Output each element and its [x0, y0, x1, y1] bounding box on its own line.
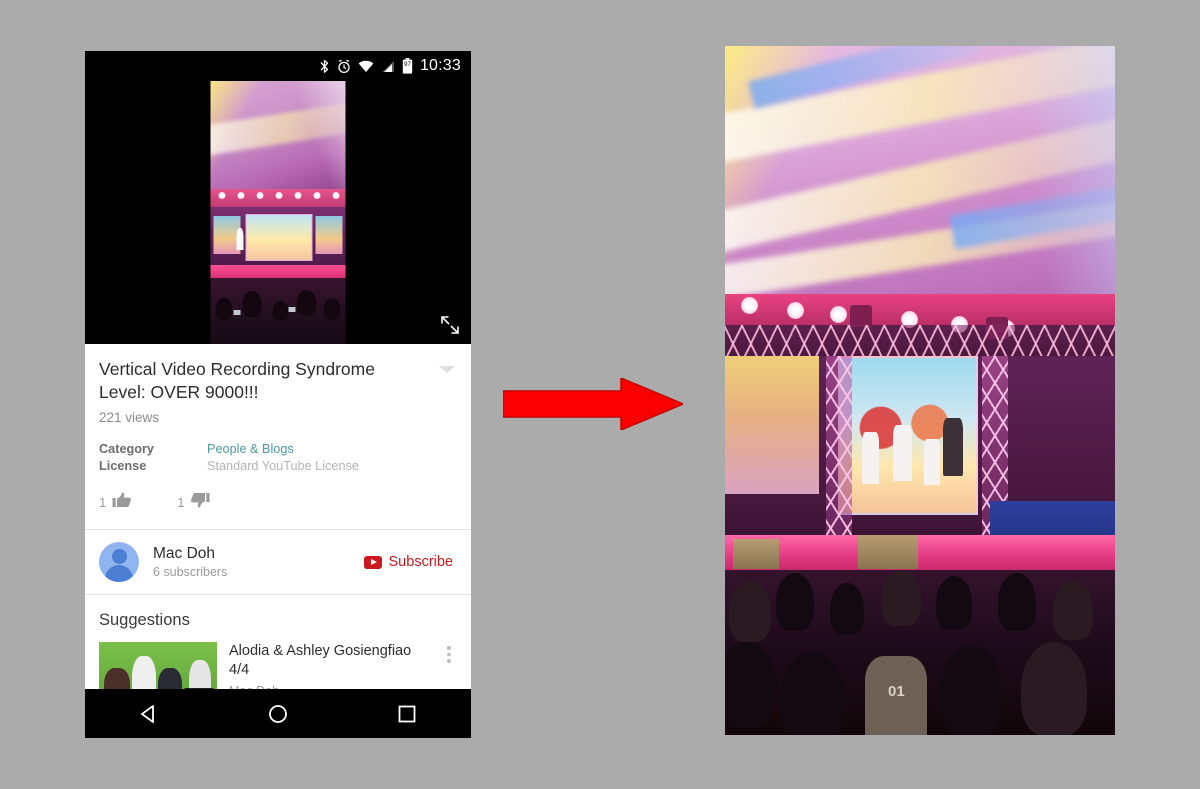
status-bar: 97 10:33 [85, 51, 471, 81]
thumb-up-icon [112, 492, 132, 513]
suggestion-title: Alodia & Ashley Gosiengfiao 4/4 [229, 643, 412, 678]
detail-key-license: License [99, 459, 147, 473]
battery-percent-label: 97 [404, 62, 411, 68]
status-clock: 10:33 [419, 57, 461, 74]
cell-signal-icon [381, 60, 395, 73]
chevron-down-icon[interactable] [439, 366, 455, 373]
suggestions-header: Suggestions [99, 611, 190, 629]
dislike-button[interactable]: 1 [177, 492, 210, 513]
video-led-screen [245, 213, 313, 261]
default-account-avatar-icon[interactable] [99, 542, 139, 582]
video-details-table: Category People & Blogs License Standard… [99, 441, 457, 475]
photo-moving-head-light [849, 305, 872, 328]
channel-row[interactable]: Mac Doh 6 subscribers Subscribe [85, 530, 471, 595]
detail-value-category[interactable]: People & Blogs [207, 441, 294, 458]
wifi-icon [358, 60, 374, 73]
video-title: Vertical Video Recording Syndrome Level:… [99, 359, 375, 402]
video-performer [236, 228, 244, 251]
alarm-icon [337, 59, 351, 74]
recents-icon[interactable] [377, 694, 437, 734]
video-view-count: 221 views [99, 410, 160, 425]
home-icon[interactable] [248, 694, 308, 734]
fullscreen-icon[interactable] [439, 314, 461, 336]
battery-icon: 97 [402, 58, 413, 74]
channel-info: Mac Doh 6 subscribers [153, 545, 364, 579]
photo-jersey-number: 01 [888, 682, 905, 700]
dislike-count: 1 [177, 495, 185, 510]
video-ceiling [210, 81, 346, 197]
back-icon[interactable] [119, 694, 179, 734]
detail-row-category: Category People & Blogs [99, 441, 457, 458]
video-frame [210, 81, 346, 344]
photo-truss-column [826, 356, 853, 549]
photo-audience: 01 [725, 569, 1115, 735]
photo-lighting-truss-bar [725, 294, 1115, 326]
channel-name: Mac Doh [153, 545, 216, 562]
like-count: 1 [99, 495, 107, 510]
photo-stage-monitor [857, 535, 918, 570]
video-crowd [210, 278, 346, 344]
bluetooth-icon [319, 59, 330, 74]
photo-performer [861, 431, 879, 484]
photo-side-screen [725, 356, 819, 494]
android-navigation-bar [85, 689, 471, 738]
thumb-down-icon [190, 492, 210, 513]
channel-subscriber-count: 6 subscribers [153, 565, 228, 579]
detail-value-license: Standard YouTube License [207, 459, 359, 473]
photo-stage-monitor [732, 538, 779, 569]
video-player[interactable] [85, 81, 471, 344]
photo-host [943, 418, 964, 477]
detail-key-category: Category [99, 442, 154, 456]
subscribe-button[interactable]: Subscribe [363, 554, 457, 570]
video-meta-section: Vertical Video Recording Syndrome Level:… [85, 344, 471, 530]
phone-screenshot: 97 10:33 Vertical Video Recording Syndro… [85, 51, 471, 738]
photo-performer [923, 438, 940, 485]
video-truss-bar [210, 188, 346, 208]
photo-jersey-01: 01 [865, 655, 928, 735]
video-back-wall [210, 207, 346, 271]
concert-stage-photo: 01 [725, 46, 1115, 735]
youtube-play-icon [363, 555, 382, 569]
overflow-menu-icon[interactable] [441, 642, 457, 666]
red-right-arrow [502, 376, 685, 432]
photo-performer [892, 424, 912, 481]
detail-row-license: License Standard YouTube License [99, 458, 457, 475]
subscribe-label: Subscribe [388, 554, 453, 570]
like-button[interactable]: 1 [99, 492, 132, 513]
rating-bar: 1 1 [99, 492, 457, 513]
